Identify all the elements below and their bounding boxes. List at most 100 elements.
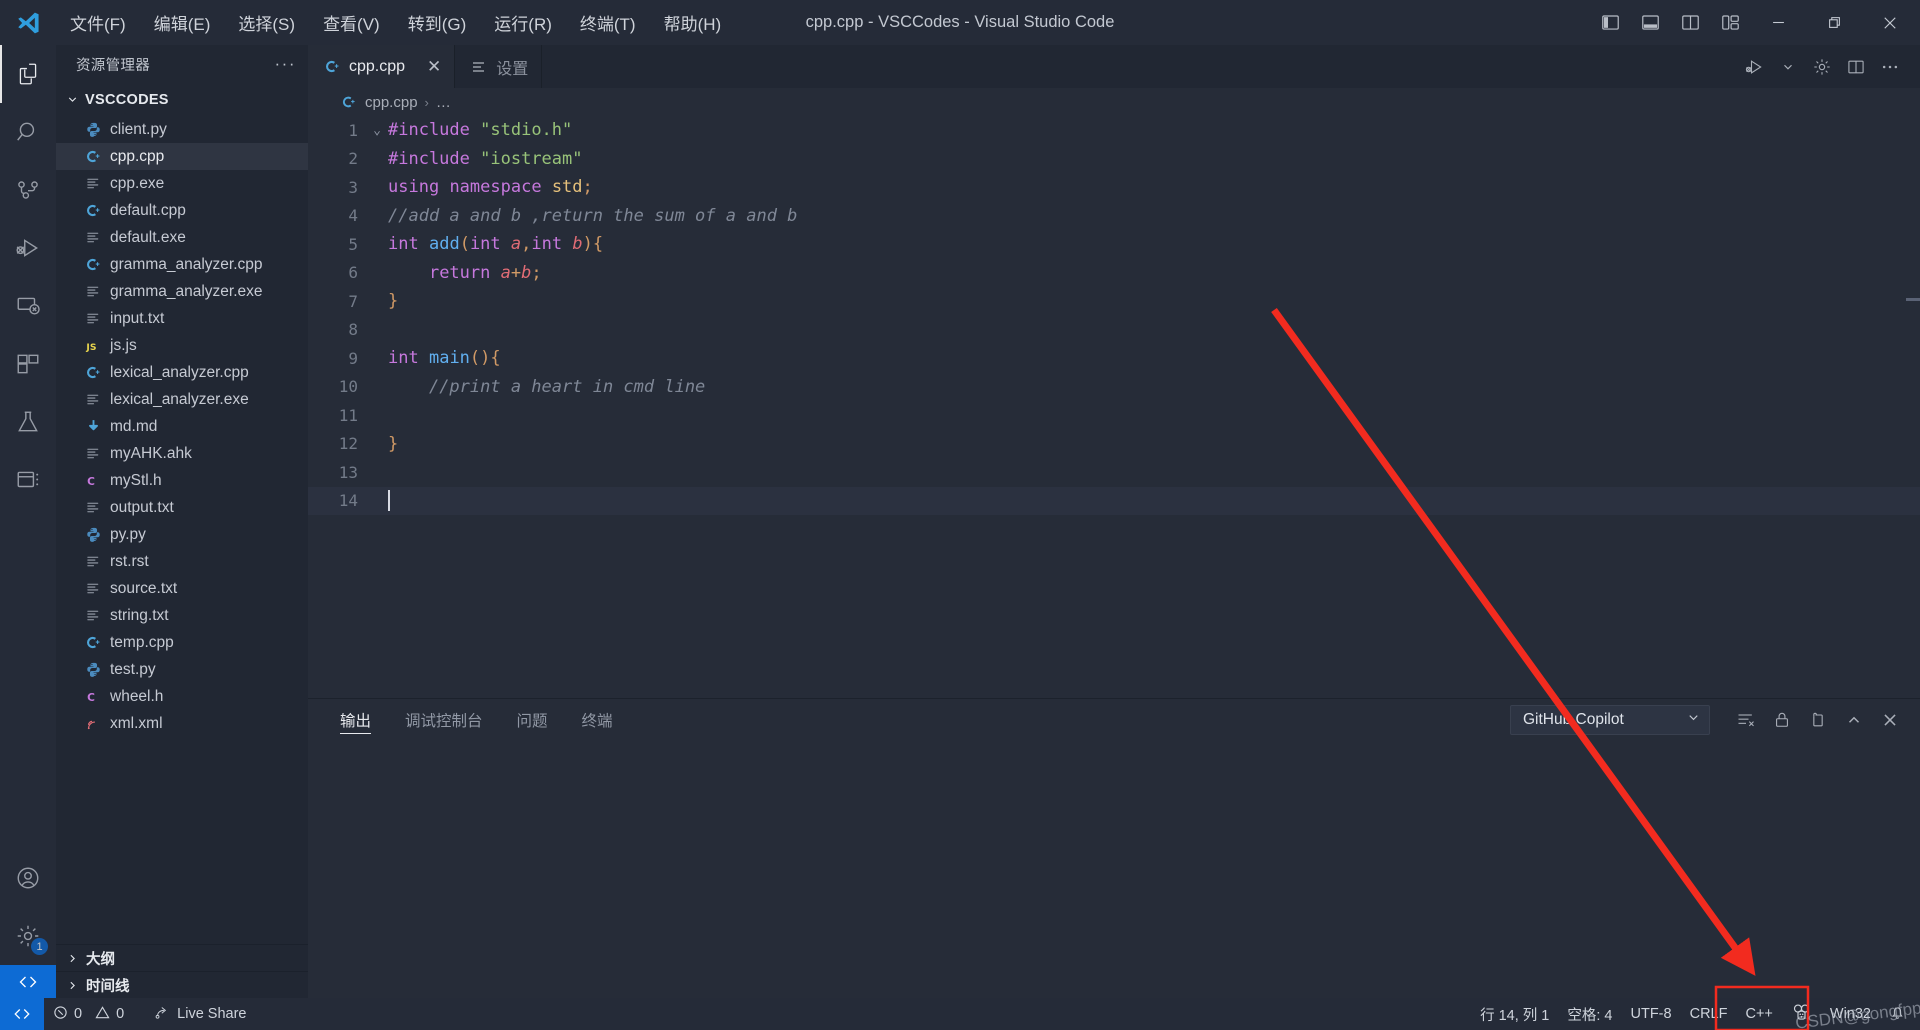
close-icon[interactable] [1874,704,1906,736]
activity-search[interactable] [0,103,56,161]
folder-root-vsccodes[interactable]: VSCCODES [56,83,308,116]
file-item[interactable]: client.py [56,116,308,143]
toggle-secondary-sidebar-icon[interactable] [1670,0,1710,45]
status-cursor-position[interactable]: 行 14, 列 1 [1471,998,1558,1030]
code-text[interactable]: #include "iostream" [388,149,583,169]
code-text[interactable]: int add(int a,int b){ [388,234,603,254]
status-live-share[interactable]: Live Share [145,998,255,1030]
sidebar-section-timeline[interactable]: 时间线 [56,971,308,998]
status-feedback[interactable] [1782,998,1821,1030]
more-actions-icon[interactable] [1874,45,1906,88]
code-line[interactable]: 13 [308,458,1920,487]
file-item[interactable]: gramma_analyzer.exe [56,278,308,305]
file-item[interactable]: test.py [56,656,308,683]
status-indentation[interactable]: 空格: 4 [1558,998,1621,1030]
menu-file[interactable]: 文件(F) [56,0,140,45]
code-text[interactable] [388,490,390,512]
code-line[interactable]: 2 #include "iostream" [308,145,1920,174]
code-line[interactable]: 12} [308,430,1920,459]
restore-icon[interactable] [1806,0,1862,45]
file-item[interactable]: string.txt [56,602,308,629]
file-item[interactable]: lexical_analyzer.cpp [56,359,308,386]
file-item[interactable]: gramma_analyzer.cpp [56,251,308,278]
status-errors[interactable]: 0 0 [44,998,133,1030]
file-item[interactable]: CmyStl.h [56,467,308,494]
tab-settings[interactable]: 设置 [455,45,543,88]
breadcrumb-rest[interactable]: … [436,94,451,111]
menu-help[interactable]: 帮助(H) [650,0,736,45]
file-item[interactable]: Cwheel.h [56,683,308,710]
breadcrumb-file[interactable]: cpp.cpp [365,94,418,111]
tab-close-icon[interactable]: ✕ [427,58,441,75]
file-item[interactable]: source.txt [56,575,308,602]
clear-output-icon[interactable] [1730,704,1762,736]
code-line[interactable]: 4 //add a and b ,return the sum of a and … [308,202,1920,231]
code-text[interactable]: using namespace std; [388,177,593,197]
status-platform[interactable]: Win32 [1821,998,1880,1030]
run-and-debug-icon[interactable] [1738,45,1770,88]
activity-source-control[interactable] [0,161,56,219]
minimize-icon[interactable] [1750,0,1806,45]
code-line[interactable]: 8 [308,316,1920,345]
chevron-down-icon[interactable] [1772,45,1804,88]
panel-tab-problems[interactable]: 问题 [517,699,548,741]
activity-extensions[interactable] [0,335,56,393]
file-item[interactable]: py.py [56,521,308,548]
activity-explorer[interactable] [0,45,56,103]
code-editor[interactable]: 1 ⌄ #include "stdio.h" 2 #include "iostream"… [308,116,1920,698]
menu-edit[interactable]: 编辑(E) [140,0,225,45]
close-icon[interactable] [1862,0,1918,45]
split-editor-icon[interactable] [1840,45,1872,88]
file-item[interactable]: rst.rst [56,548,308,575]
menu-view[interactable]: 查看(V) [309,0,394,45]
file-item[interactable]: default.cpp [56,197,308,224]
code-line[interactable]: 9 int main(){ [308,344,1920,373]
code-line[interactable]: 10 //print a heart in cmd line [308,373,1920,402]
menu-selection[interactable]: 选择(S) [224,0,309,45]
overview-ruler[interactable] [1906,116,1920,698]
panel-tab-output[interactable]: 输出 [340,699,372,741]
code-text[interactable]: #include "stdio.h" [388,120,572,140]
code-text[interactable]: return a+b; [388,263,542,283]
sidebar-more-actions-icon[interactable]: ··· [275,54,296,74]
status-language-mode[interactable]: C++ [1736,998,1781,1030]
status-encoding[interactable]: UTF-8 [1622,998,1681,1030]
code-line[interactable]: 5 int add(int a,int b){ [308,230,1920,259]
output-channel-select[interactable]: GitHub Copilot [1510,705,1710,735]
toggle-panel-icon[interactable] [1630,0,1670,45]
sidebar-section-outline[interactable]: 大纲 [56,944,308,971]
file-item[interactable]: input.txt [56,305,308,332]
chevron-up-icon[interactable] [1838,704,1870,736]
menu-run[interactable]: 运行(R) [480,0,566,45]
code-line[interactable]: 1 ⌄ #include "stdio.h" [308,116,1920,145]
file-item[interactable]: lexical_analyzer.exe [56,386,308,413]
activity-accounts[interactable] [0,849,56,907]
activity-testing[interactable] [0,393,56,451]
gear-icon[interactable] [1806,45,1838,88]
open-in-editor-icon[interactable] [1802,704,1834,736]
code-text[interactable]: //add a and b ,return the sum of a and b [388,206,797,226]
code-text[interactable]: //print a heart in cmd line [388,377,705,397]
breadcrumb[interactable]: cpp.cpp › … [308,88,1920,116]
customize-layout-icon[interactable] [1710,0,1750,45]
menu-go[interactable]: 转到(G) [394,0,481,45]
file-item[interactable]: cpp.exe [56,170,308,197]
toggle-primary-sidebar-icon[interactable] [1590,0,1630,45]
file-item[interactable]: xml.xml [56,710,308,737]
menu-terminal[interactable]: 终端(T) [566,0,650,45]
status-remote-indicator[interactable] [0,998,44,1030]
panel-tab-debug-console[interactable]: 调试控制台 [405,699,483,741]
remote-window-icon[interactable] [0,965,56,998]
code-text[interactable]: } [388,291,398,311]
activity-other[interactable] [0,451,56,509]
activity-remote-explorer[interactable] [0,277,56,335]
fold-indicator[interactable]: ⌄ [366,123,388,138]
file-item[interactable]: JS js.js [56,332,308,359]
file-item[interactable]: md.md [56,413,308,440]
activity-run-debug[interactable] [0,219,56,277]
code-line[interactable]: 7} [308,287,1920,316]
file-item[interactable]: temp.cpp [56,629,308,656]
file-item[interactable]: default.exe [56,224,308,251]
file-item[interactable]: cpp.cpp [56,143,308,170]
code-text[interactable]: } [388,434,398,454]
